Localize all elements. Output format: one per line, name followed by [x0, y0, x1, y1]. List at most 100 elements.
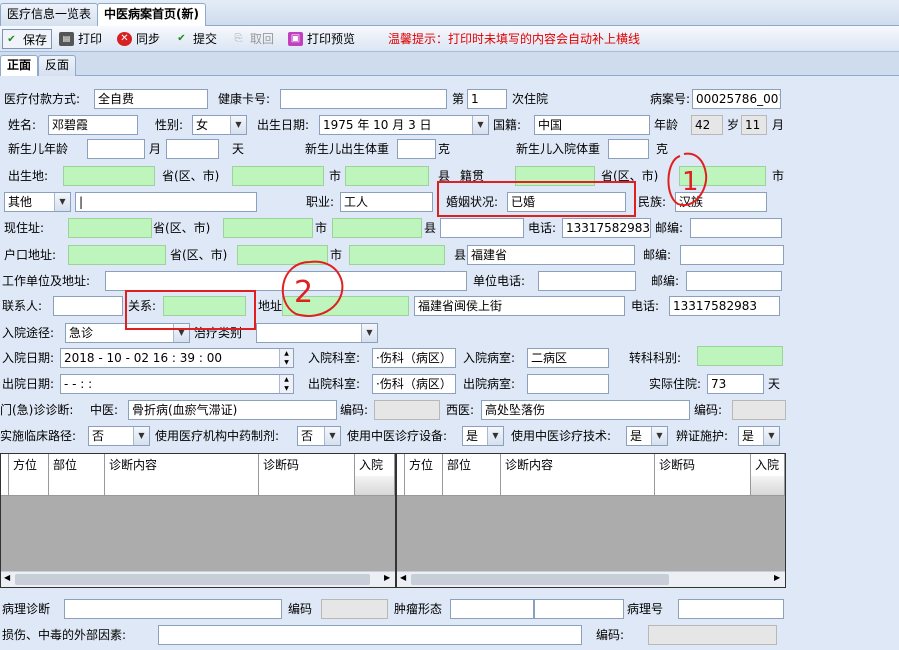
payment-method-field[interactable]: 全自费 — [94, 89, 208, 109]
hukou-zip-field[interactable] — [680, 245, 784, 265]
save-button[interactable]: ✔ 保存 — [2, 29, 53, 49]
scroll-left-icon[interactable]: ◀ — [4, 573, 10, 582]
scroll-right-icon[interactable]: ▶ — [774, 573, 780, 582]
grid-header-cell[interactable]: 入院病 — [355, 454, 395, 476]
grid-cell[interactable] — [751, 476, 785, 496]
grid-header-cell[interactable]: 方位 — [405, 454, 443, 476]
tab-front[interactable]: 正面 — [0, 55, 39, 76]
current-address-city-field[interactable] — [223, 218, 313, 238]
table-row[interactable] — [397, 476, 785, 496]
current-phone-field[interactable]: 13317582983 — [562, 218, 651, 238]
scrollbar-thumb[interactable] — [411, 574, 669, 585]
tcm-equipment-select[interactable]: 是 ▼ — [462, 426, 504, 446]
spinner-icon[interactable]: ▲ ▼ — [279, 375, 293, 393]
contact-phone-field[interactable]: 13317582983 — [669, 296, 780, 316]
grid-cell[interactable] — [405, 476, 443, 496]
age-years-field[interactable]: 42 — [691, 115, 723, 135]
age-months-field[interactable]: 11 — [741, 115, 767, 135]
admission-times-field[interactable]: 1 — [467, 89, 507, 109]
horizontal-scrollbar[interactable]: ◀ ▶ — [397, 571, 785, 587]
horizontal-scrollbar[interactable]: ◀ ▶ — [1, 571, 395, 587]
treatment-category-select[interactable]: ▼ — [256, 323, 378, 343]
birthplace-province-field[interactable] — [63, 166, 155, 186]
current-zip-field[interactable] — [690, 218, 782, 238]
tab-back[interactable]: 反面 — [38, 55, 77, 76]
discharge-dept-field[interactable]: ·伤科（病区） — [372, 374, 456, 394]
grid-cell[interactable] — [655, 476, 751, 496]
hukou-county-field[interactable] — [349, 245, 445, 265]
scroll-left-icon[interactable]: ◀ — [400, 573, 406, 582]
sync-button[interactable]: ✕ 同步 — [116, 29, 160, 49]
work-phone-field[interactable] — [538, 271, 636, 291]
tab-tcm-record-home[interactable]: 中医病案首页(新) — [97, 3, 206, 26]
record-number-field[interactable]: 00025786_001 — [692, 89, 781, 109]
name-field[interactable]: 邓碧霞 — [48, 115, 138, 135]
scroll-right-icon[interactable]: ▶ — [384, 573, 390, 582]
grid-header-cell[interactable]: 诊断内容 — [501, 454, 655, 476]
hukou-province-field[interactable] — [68, 245, 166, 265]
tumor-morphology-field[interactable] — [450, 599, 534, 619]
health-card-field[interactable] — [280, 89, 447, 109]
grid-cell[interactable] — [501, 476, 655, 496]
birth-date-picker[interactable]: 1975 年 10 月 3 日 ▼ — [319, 115, 489, 135]
discharge-ward-field[interactable] — [527, 374, 609, 394]
newborn-age-days-field[interactable] — [166, 139, 219, 159]
external-cause-field[interactable] — [158, 625, 582, 645]
admission-dept-field[interactable]: ·伤科（病区） — [372, 348, 456, 368]
admission-ward-field[interactable]: 二病区 — [527, 348, 609, 368]
id-number-field[interactable]: | — [75, 192, 257, 212]
current-address-province-field[interactable] — [68, 218, 152, 238]
western-diagnosis-field[interactable]: 高处坠落伤 — [481, 400, 690, 420]
tcm-technique-select[interactable]: 是 ▼ — [626, 426, 668, 446]
id-type-select[interactable]: 其他 ▼ — [4, 192, 71, 212]
grid-header-cell[interactable]: 部位 — [443, 454, 501, 476]
hospital-days-field[interactable]: 73 — [707, 374, 764, 394]
occupation-field[interactable]: 工人 — [340, 192, 433, 212]
print-button[interactable]: ▤ 打印 — [58, 29, 102, 49]
work-zip-field[interactable] — [686, 271, 782, 291]
tab-medical-info-list[interactable]: 医疗信息一览表 — [0, 3, 99, 26]
grid-header-cell[interactable]: 诊断码 — [655, 454, 751, 476]
submit-button[interactable]: ✔ 提交 — [173, 29, 217, 49]
grid-header-cell[interactable]: 诊断码 — [259, 454, 355, 476]
admission-date-picker[interactable]: 2018 - 10 - 02 16 : 39 : 00 ▲ ▼ — [60, 348, 294, 368]
spinner-icon[interactable]: ▲ ▼ — [279, 349, 293, 367]
tcm-diagnosis-field[interactable]: 骨折病(血瘀气滞证) — [128, 400, 337, 420]
syndrome-nursing-select[interactable]: 是 ▼ — [738, 426, 780, 446]
grid-cell[interactable] — [443, 476, 501, 496]
tcm-preparation-select[interactable]: 否 ▼ — [297, 426, 341, 446]
tumor-morphology-code-field[interactable] — [534, 599, 624, 619]
hukou-detail-field[interactable]: 福建省 — [467, 245, 635, 265]
nationality-field[interactable]: 中国 — [534, 115, 650, 135]
grid-cell[interactable] — [105, 476, 259, 496]
grid-cell[interactable] — [49, 476, 105, 496]
sex-select[interactable]: 女 ▼ — [192, 115, 247, 135]
pathology-number-field[interactable] — [678, 599, 784, 619]
grid-cell[interactable] — [355, 476, 395, 496]
western-code-field[interactable] — [732, 400, 786, 420]
newborn-age-months-field[interactable] — [87, 139, 145, 159]
pathology-diagnosis-field[interactable] — [64, 599, 282, 619]
external-cause-code-field[interactable] — [648, 625, 777, 645]
grid-header-cell[interactable]: 入院 — [751, 454, 785, 476]
table-row[interactable] — [1, 476, 395, 496]
current-address-detail-field[interactable] — [440, 218, 524, 238]
newborn-birth-weight-field[interactable] — [397, 139, 436, 159]
grid-header-cell[interactable]: 诊断内容 — [105, 454, 259, 476]
transfer-dept-field[interactable] — [697, 346, 783, 366]
grid-header-cell[interactable]: 方位 — [9, 454, 49, 476]
grid-cell[interactable] — [9, 476, 49, 496]
print-preview-button[interactable]: ▣ 打印预览 — [287, 29, 355, 49]
birthplace-county-field[interactable] — [345, 166, 429, 186]
discharge-date-picker[interactable]: - - : : ▲ ▼ — [60, 374, 294, 394]
contact-address-field[interactable]: 福建省闽侯上街 — [414, 296, 625, 316]
birthplace-city-field[interactable] — [232, 166, 324, 186]
clinical-pathway-select[interactable]: 否 ▼ — [88, 426, 150, 446]
current-address-county-field[interactable] — [332, 218, 422, 238]
tcm-code-field[interactable] — [374, 400, 440, 420]
retract-button[interactable]: ⎘ 取回 — [230, 29, 275, 49]
newborn-admit-weight-field[interactable] — [608, 139, 649, 159]
pathology-code-field[interactable] — [321, 599, 388, 619]
scrollbar-thumb[interactable] — [15, 574, 370, 585]
grid-header-cell[interactable]: 部位 — [49, 454, 105, 476]
